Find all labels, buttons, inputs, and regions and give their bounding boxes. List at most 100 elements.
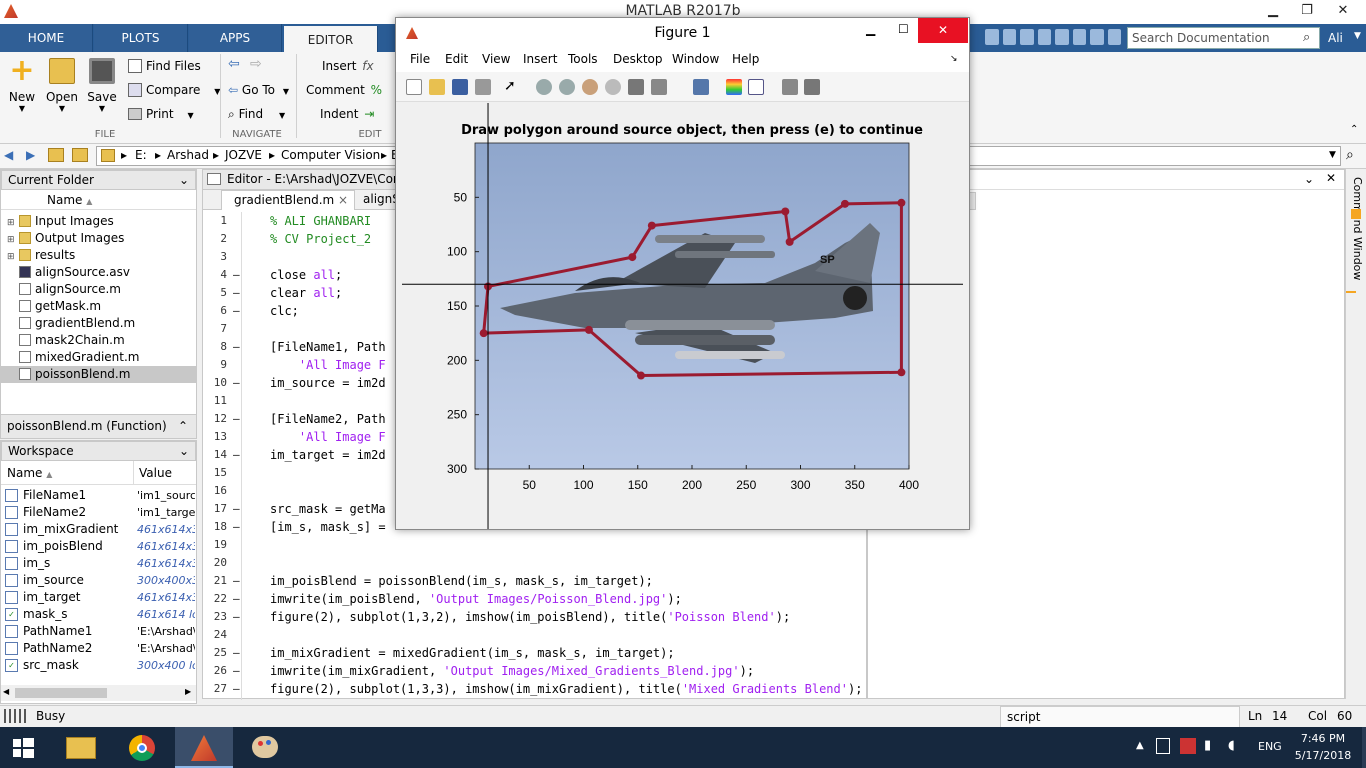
copy-icon[interactable] (1020, 29, 1034, 45)
menu-tools[interactable]: Tools (568, 52, 598, 66)
show-hidden-icons[interactable]: ▲ (1136, 740, 1144, 751)
chrome-taskbar-button[interactable] (113, 727, 171, 768)
code-line[interactable]: imwrite(im_mixGradient, 'Output Images/M… (270, 664, 754, 678)
ws-name-column[interactable]: Name ▲ (7, 461, 52, 487)
tab-plots[interactable]: PLOTS (94, 24, 188, 52)
menu-file[interactable]: File (410, 52, 430, 66)
code-line[interactable]: [FileName1, Path (270, 340, 386, 354)
workspace-row[interactable]: FileName2 'im1_target (1, 504, 196, 521)
ws-value-column[interactable]: Value (139, 461, 172, 485)
details-panel[interactable]: poissonBlend.m (Function) ⌃ (1, 414, 196, 438)
language-indicator[interactable]: ENG (1258, 740, 1282, 753)
breakpoint-marker[interactable]: – (233, 286, 240, 299)
code-line[interactable]: im_mixGradient = mixedGradient(im_s, mas… (270, 646, 675, 660)
browse-folder-icon[interactable] (72, 148, 88, 162)
redo-icon[interactable] (1072, 29, 1086, 45)
zoom-in-icon[interactable] (536, 79, 552, 95)
search-folder-icon[interactable]: ⌕ (1346, 147, 1354, 163)
breakpoint-marker[interactable]: – (233, 304, 240, 317)
breakpoint-marker[interactable]: – (233, 592, 240, 605)
new-button[interactable]: + New ▼ (2, 56, 42, 114)
breakpoint-marker[interactable]: – (233, 268, 240, 281)
tab-close-icon[interactable]: × (338, 191, 348, 209)
network-icon[interactable]: ▮ (1204, 738, 1211, 753)
workspace-row[interactable]: ✓ mask_s 461x614 log (1, 606, 196, 623)
folder-item[interactable]: ⊞ Output Images (1, 230, 196, 247)
code-line[interactable]: figure(2), subplot(1,3,3), imshow(im_mix… (270, 682, 862, 696)
paste-icon[interactable] (1037, 29, 1051, 45)
expand-folder-icon[interactable]: ⊞ (7, 232, 19, 247)
user-menu[interactable]: Ali (1328, 24, 1343, 52)
details-expand-icon[interactable]: ⌃ (178, 415, 188, 437)
print-button[interactable]: Print ▼ (128, 104, 194, 124)
expand-folder-icon[interactable]: ⊞ (7, 249, 19, 264)
indent-button[interactable]: Indent ⇥ (320, 104, 374, 124)
breakpoint-marker[interactable]: – (233, 448, 240, 461)
code-line[interactable]: 'All Image F (270, 430, 386, 444)
start-button[interactable] (0, 727, 58, 768)
colorbar-icon[interactable] (726, 79, 742, 95)
find-button[interactable]: ⌕ Find ▼ (228, 104, 285, 124)
figure-maximize-button[interactable]: ☐ (898, 22, 909, 36)
forward-arrow-icon[interactable]: ⇨ (250, 56, 262, 72)
workspace-row[interactable]: PathName1 'E:\Arshad\ (1, 623, 196, 640)
tab-home[interactable]: HOME (0, 24, 93, 52)
search-icon[interactable]: ⌕ (1303, 30, 1310, 45)
code-line[interactable]: clear all; (270, 286, 342, 300)
breakpoint-marker[interactable]: – (233, 682, 240, 695)
back-arrow-icon[interactable]: ⇦ (228, 56, 240, 72)
code-line[interactable]: imwrite(im_poisBlend, 'Output Images/Poi… (270, 592, 682, 606)
breakpoint-marker[interactable]: – (233, 664, 240, 677)
show-plot-tools-icon[interactable] (804, 79, 820, 95)
folder-item[interactable]: alignSource.m (1, 281, 196, 298)
tab-editor[interactable]: EDITOR (284, 26, 378, 52)
search-documentation-input[interactable]: Search Documentation (1127, 27, 1320, 49)
up-folder-icon[interactable] (48, 148, 64, 162)
tray-app-icon[interactable] (1180, 738, 1196, 754)
menu-dock-icon[interactable]: ↘ (950, 54, 958, 64)
breakpoint-marker[interactable]: – (233, 574, 240, 587)
undo-icon[interactable] (1055, 29, 1069, 45)
volume-icon[interactable]: ◖ (1228, 738, 1235, 753)
panel-menu-icon[interactable]: ⌄ (179, 171, 189, 189)
clock-date[interactable]: 5/17/2018 (1292, 749, 1354, 762)
workspace-row[interactable]: im_target 461x614x3 d (1, 589, 196, 606)
command-window-dock-label[interactable]: Command Window (1348, 177, 1364, 297)
switch-windows-icon[interactable] (1090, 29, 1104, 45)
menu-window[interactable]: Window (672, 52, 719, 66)
folder-item[interactable]: gradientBlend.m (1, 315, 196, 332)
workspace-row[interactable]: im_mixGradient 461x614x3 d (1, 521, 196, 538)
zoom-out-icon[interactable] (559, 79, 575, 95)
figure-canvas[interactable]: Draw polygon around source object, then … (396, 103, 969, 529)
breakpoint-marker[interactable]: – (233, 412, 240, 425)
workspace-row[interactable]: im_s 461x614x3 d (1, 555, 196, 572)
quick-save-icon[interactable] (985, 29, 999, 45)
name-column-header[interactable]: Name ▲ (1, 190, 196, 210)
breakpoint-marker[interactable]: – (233, 502, 240, 515)
menu-help[interactable]: Help (732, 52, 759, 66)
workspace-row[interactable]: im_source 300x400x3 d (1, 572, 196, 589)
breadcrumb-arshad[interactable]: Arshad (167, 148, 209, 162)
find-files-button[interactable]: Find Files (128, 56, 201, 76)
code-line[interactable]: im_poisBlend = poissonBlend(im_s, mask_s… (270, 574, 653, 588)
tab-apps[interactable]: APPS (189, 24, 282, 52)
code-line[interactable]: im_target = im2d (270, 448, 386, 462)
compare-button[interactable]: Compare ▼ (128, 80, 220, 100)
help-icon[interactable] (1107, 29, 1121, 45)
comment-button[interactable]: Comment % (306, 80, 382, 100)
expand-folder-icon[interactable]: ⊞ (7, 215, 19, 230)
folder-item[interactable]: ⊞ results (1, 247, 196, 264)
brush-icon[interactable] (651, 79, 667, 95)
new-figure-icon[interactable] (406, 79, 422, 95)
matlab-taskbar-button[interactable] (175, 727, 233, 768)
figure-minimize-button[interactable]: ▁ (866, 22, 875, 36)
folder-item[interactable]: mixedGradient.m (1, 349, 196, 366)
breadcrumb-drive[interactable]: E: (135, 148, 147, 162)
code-line[interactable]: [im_s, mask_s] = (270, 520, 386, 534)
expand-toolstrip-icon[interactable]: ⌃ (1350, 124, 1358, 135)
code-line[interactable]: [FileName2, Path (270, 412, 386, 426)
command-window-close-icon[interactable]: ✕ (1326, 171, 1336, 185)
go-to-button[interactable]: ⇦ Go To ▼ (228, 80, 289, 100)
tab-gradientblend[interactable]: gradientBlend.m × (221, 190, 355, 210)
code-line[interactable]: src_mask = getMa (270, 502, 386, 516)
